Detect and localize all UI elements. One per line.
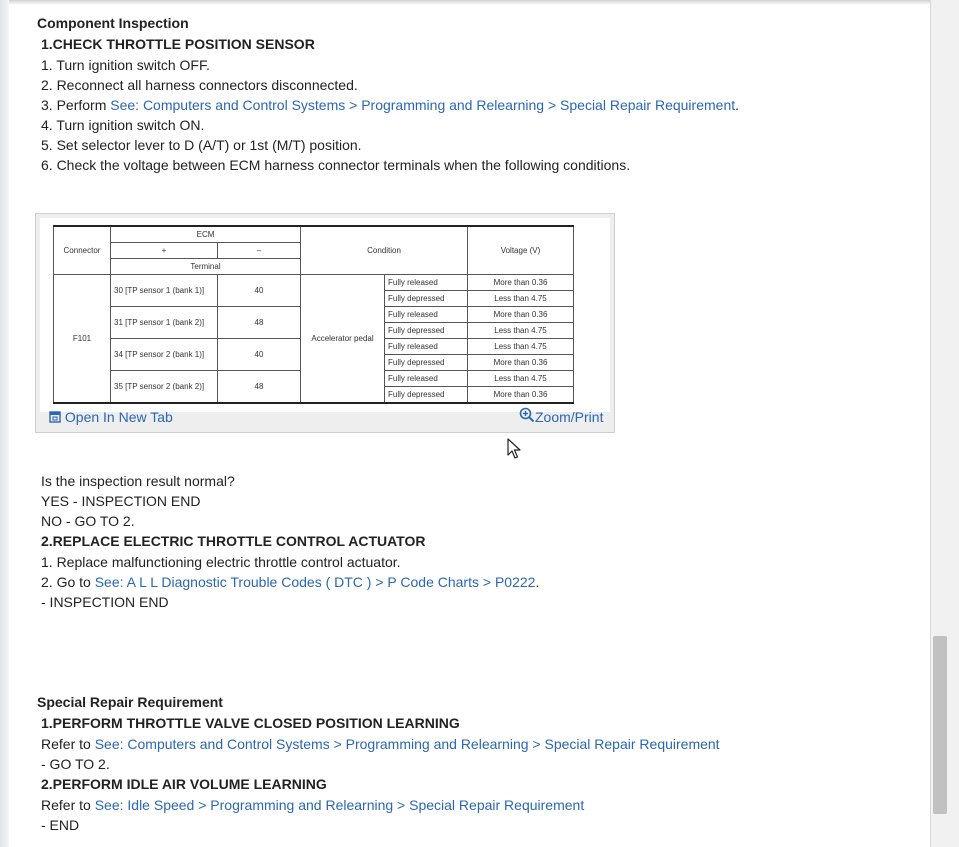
top-shadow — [9, 0, 930, 5]
step-line-with-link: 3. Perform See: Computers and Control Sy… — [41, 96, 739, 114]
step-line: 1. Turn ignition switch OFF. — [41, 57, 210, 73]
step-heading-replace-actuator: 2.REPLACE ELECTRIC THROTTLE CONTROL ACTU… — [41, 533, 426, 549]
link-special-repair-requirement[interactable]: See: Computers and Control Systems > Pro… — [95, 736, 720, 752]
cell-plus-terminal: 34 [TP sensor 2 (bank 1)] — [110, 338, 218, 371]
header-connector: Connector — [53, 225, 111, 275]
cell-condition: Fully depressed — [384, 386, 468, 404]
open-in-new-tab-icon — [49, 411, 61, 423]
cell-minus-terminal: 40 — [217, 338, 301, 371]
link-dtc-p0222[interactable]: See: A L L Diagnostic Trouble Codes ( DT… — [95, 574, 536, 590]
refer-line: Refer to See: Computers and Control Syst… — [41, 735, 720, 753]
cell-condition: Fully depressed — [384, 322, 468, 339]
inspection-question: Is the inspection result normal? — [41, 473, 235, 489]
step-line-with-link: 2. Go to See: A L L Diagnostic Trouble C… — [41, 573, 539, 591]
mouse-cursor-icon — [507, 438, 521, 459]
header-voltage: Voltage (V) — [467, 225, 574, 275]
zoom-print-label: Zoom/Print — [535, 409, 604, 425]
cell-voltage: Less than 4.75 — [467, 370, 574, 387]
cell-plus-terminal: 31 [TP sensor 1 (bank 2)] — [110, 306, 218, 339]
cell-voltage: More than 0.36 — [467, 274, 574, 291]
open-in-new-tab-link[interactable]: Open In New Tab — [49, 409, 173, 425]
header-plus: + — [110, 242, 218, 259]
step-line: 1. Replace malfunctioning electric throt… — [41, 554, 401, 570]
cell-voltage: More than 0.36 — [467, 354, 574, 371]
cell-voltage: More than 0.36 — [467, 386, 574, 404]
link-special-repair-requirement[interactable]: See: Computers and Control Systems > Pro… — [110, 97, 735, 113]
cell-condition: Fully released — [384, 370, 468, 387]
section-title-special-repair: Special Repair Requirement — [37, 694, 223, 710]
step-heading-idle-air-learning: 2.PERFORM IDLE AIR VOLUME LEARNING — [41, 776, 327, 792]
ecm-voltage-table: Connector ECM Condition Voltage (V) + – … — [53, 225, 574, 404]
header-terminal: Terminal — [110, 258, 301, 275]
step-line: 6. Check the voltage between ECM harness… — [41, 157, 631, 173]
cell-condition: Fully depressed — [384, 354, 468, 371]
cell-accelerator-pedal: Accelerator pedal — [300, 274, 385, 404]
refer-prefix: Refer to — [41, 736, 95, 752]
step-line: 5. Set selector lever to D (A/T) or 1st … — [41, 137, 362, 153]
result-no: NO - GO TO 2. — [41, 513, 135, 529]
cell-plus-terminal: 35 [TP sensor 2 (bank 2)] — [110, 370, 218, 404]
end-step: - END — [41, 817, 80, 833]
zoom-icon — [519, 407, 535, 423]
step-suffix: . — [535, 574, 540, 590]
cell-voltage: Less than 4.75 — [467, 322, 574, 339]
result-yes: YES - INSPECTION END — [41, 493, 201, 509]
step-prefix: 2. Go to — [41, 574, 95, 590]
link-idle-speed-relearning[interactable]: See: Idle Speed > Programming and Relear… — [95, 797, 585, 813]
step-prefix: 3. Perform — [41, 97, 111, 113]
refer-line: Refer to See: Idle Speed > Programming a… — [41, 796, 584, 814]
step-suffix: . — [735, 97, 740, 113]
cell-minus-terminal: 48 — [217, 306, 301, 339]
step-line: - INSPECTION END — [41, 594, 169, 610]
header-condition: Condition — [300, 225, 468, 275]
refer-prefix: Refer to — [41, 797, 95, 813]
cell-condition: Fully released — [384, 306, 468, 323]
header-minus: – — [217, 242, 301, 259]
cell-voltage: Less than 4.75 — [467, 338, 574, 355]
header-ecm: ECM — [110, 225, 301, 243]
step-heading-check-tps: 1.CHECK THROTTLE POSITION SENSOR — [41, 36, 315, 52]
cell-voltage: More than 0.36 — [467, 306, 574, 323]
cell-minus-terminal: 40 — [217, 274, 301, 307]
step-line: 4. Turn ignition switch ON. — [41, 117, 205, 133]
cell-minus-terminal: 48 — [217, 370, 301, 404]
cell-condition: Fully released — [384, 338, 468, 355]
section-title-component-inspection: Component Inspection — [37, 15, 189, 31]
next-step: - GO TO 2. — [41, 756, 110, 772]
zoom-print-link[interactable]: Zoom/Print — [519, 407, 603, 425]
cell-connector: F101 — [53, 274, 111, 404]
cell-condition: Fully released — [384, 274, 468, 291]
cell-plus-terminal: 30 [TP sensor 1 (bank 1)] — [110, 274, 218, 307]
step-line: 2. Reconnect all harness connectors disc… — [41, 77, 358, 93]
cell-condition: Fully depressed — [384, 290, 468, 307]
scrollbar-thumb[interactable] — [933, 636, 947, 814]
step-heading-throttle-learning: 1.PERFORM THROTTLE VALVE CLOSED POSITION… — [41, 715, 460, 731]
open-in-new-tab-label: Open In New Tab — [64, 409, 173, 425]
cell-voltage: Less than 4.75 — [467, 290, 574, 307]
page-left-edge — [0, 0, 9, 847]
